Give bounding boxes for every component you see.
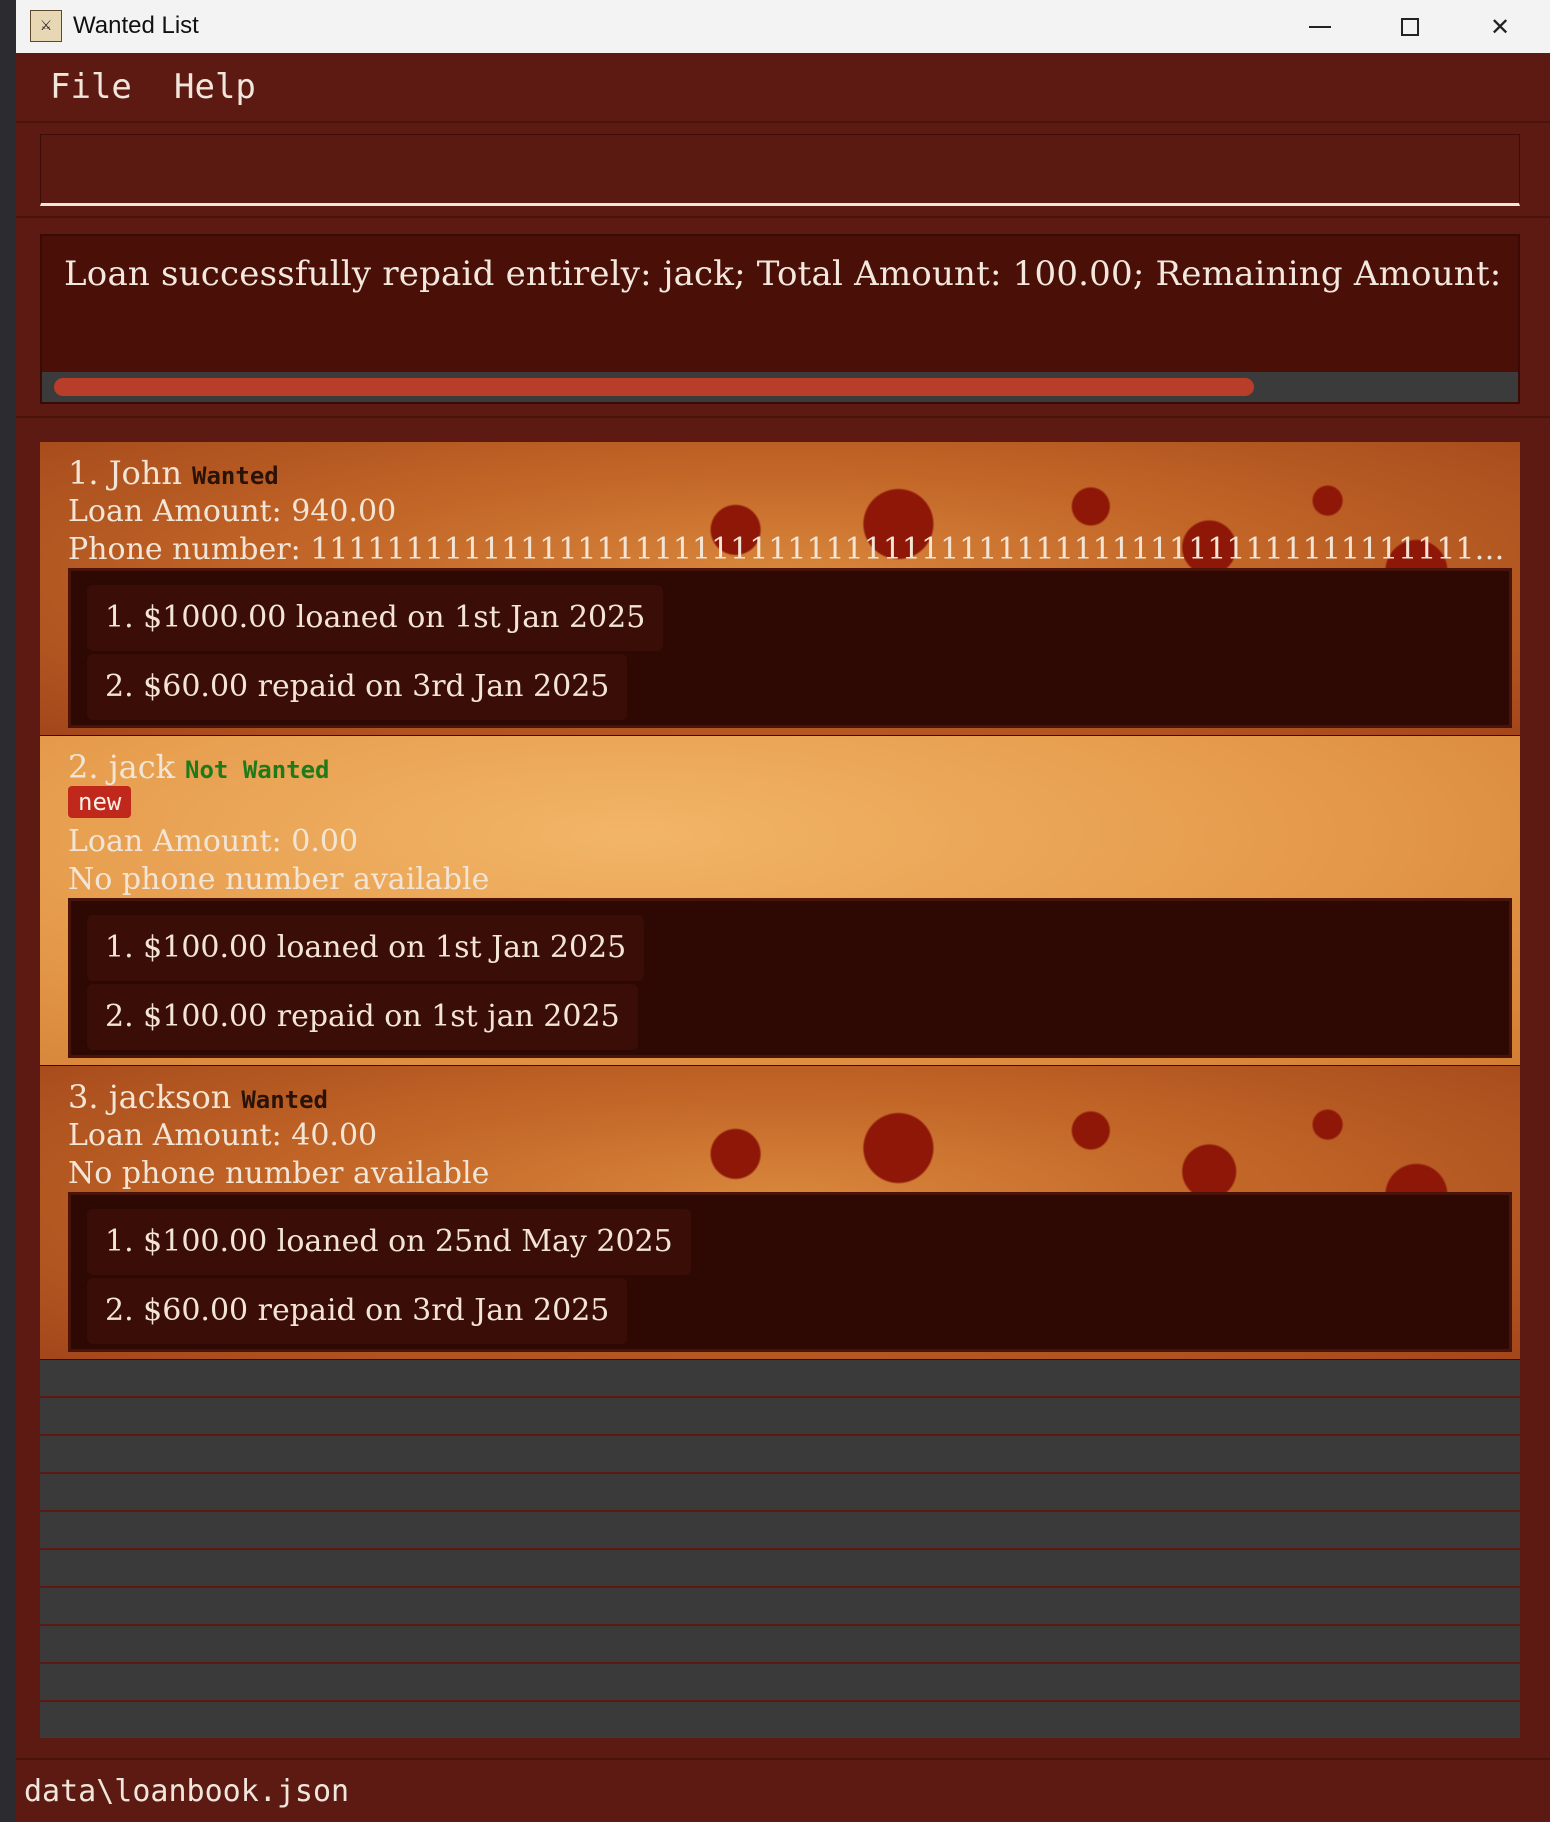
new-badge: new <box>68 786 132 818</box>
wanted-tag: Wanted <box>241 1086 329 1114</box>
person-name-row: 3. jackson Wanted <box>68 1078 328 1116</box>
person-name: 3. jackson <box>68 1078 232 1116</box>
transaction-item[interactable]: 2. $60.00 repaid on 3rd Jan 2025 <box>87 1278 628 1344</box>
command-input[interactable] <box>40 134 1520 206</box>
empty-list-row <box>40 1436 1520 1474</box>
maximize-button[interactable] <box>1366 0 1454 53</box>
person-name: 1. John <box>68 454 183 492</box>
person-name: 2. jack <box>68 748 176 786</box>
transaction-list[interactable]: 1. $100.00 loaned on 1st Jan 2025 2. $10… <box>68 898 1512 1058</box>
person-list[interactable]: 1. John Wanted Loan Amount: 940.00 Phone … <box>40 442 1520 1738</box>
app-logo-icon: ⚔ <box>30 10 62 42</box>
transaction-item[interactable]: 2. $100.00 repaid on 1st jan 2025 <box>87 984 638 1050</box>
maximize-icon <box>1401 17 1419 36</box>
transaction-item[interactable]: 1. $100.00 loaned on 25nd May 2025 <box>87 1209 691 1275</box>
empty-list-row <box>40 1512 1520 1550</box>
transaction-list[interactable]: 1. $100.00 loaned on 25nd May 2025 2. $6… <box>68 1192 1512 1352</box>
person-name-row: 1. John Wanted <box>68 454 279 492</box>
desktop-background <box>0 0 16 1822</box>
empty-list-row <box>40 1702 1520 1738</box>
phone-number: No phone number available <box>68 1156 490 1191</box>
empty-list-row <box>40 1664 1520 1702</box>
transaction-item[interactable]: 1. $100.00 loaned on 1st Jan 2025 <box>87 915 645 981</box>
app-window: ⚔ Wanted List ✕ File Help Loan successfu… <box>16 0 1550 1822</box>
person-card[interactable]: 3. jackson Wanted Loan Amount: 40.00 No p… <box>40 1066 1520 1360</box>
wanted-tag: Wanted <box>192 462 279 490</box>
empty-list-row <box>40 1474 1520 1512</box>
empty-list-row <box>40 1550 1520 1588</box>
empty-list-row <box>40 1360 1520 1398</box>
menu-file[interactable]: File <box>50 67 132 107</box>
close-icon: ✕ <box>1489 12 1511 41</box>
result-message: Loan successfully repaid entirely: jack;… <box>64 254 1502 294</box>
person-list-container: 1. John Wanted Loan Amount: 940.00 Phone … <box>16 418 1550 1758</box>
result-horizontal-scrollbar[interactable] <box>42 372 1518 402</box>
minimize-button[interactable] <box>1276 0 1364 53</box>
phone-number: Phone number: 11111111111111111111111111… <box>68 532 1508 567</box>
command-box-container <box>16 123 1550 218</box>
transaction-list[interactable]: 1. $1000.00 loaned on 1st Jan 2025 2. $6… <box>68 568 1512 728</box>
transaction-item[interactable]: 1. $1000.00 loaned on 1st Jan 2025 <box>87 585 664 651</box>
person-card[interactable]: 2. jack Not Wanted new Loan Amount: 0.00 … <box>40 736 1520 1066</box>
save-location: data\loanbook.json <box>24 1774 350 1809</box>
empty-list-row <box>40 1588 1520 1626</box>
result-display: Loan successfully repaid entirely: jack;… <box>40 234 1520 404</box>
person-card[interactable]: 1. John Wanted Loan Amount: 940.00 Phone … <box>40 442 1520 736</box>
loan-amount: Loan Amount: 0.00 <box>68 824 359 859</box>
result-display-container: Loan successfully repaid entirely: jack;… <box>16 218 1550 418</box>
loan-amount: Loan Amount: 40.00 <box>68 1118 378 1153</box>
minimize-icon <box>1309 25 1331 28</box>
title-bar: ⚔ Wanted List ✕ <box>16 0 1550 53</box>
loan-amount: Loan Amount: 940.00 <box>68 494 397 529</box>
status-bar: data\loanbook.json <box>16 1758 1550 1822</box>
empty-list-row <box>40 1398 1520 1436</box>
close-button[interactable]: ✕ <box>1456 0 1544 53</box>
result-scrollbar-thumb[interactable] <box>54 378 1254 396</box>
menu-bar: File Help <box>16 53 1550 123</box>
not-wanted-tag: Not Wanted <box>185 756 330 784</box>
person-name-row: 2. jack Not Wanted <box>68 748 330 786</box>
transaction-item[interactable]: 2. $60.00 repaid on 3rd Jan 2025 <box>87 654 628 720</box>
window-title: Wanted List <box>73 12 199 39</box>
phone-number: No phone number available <box>68 862 490 897</box>
menu-help[interactable]: Help <box>174 67 256 107</box>
empty-list-row <box>40 1626 1520 1664</box>
